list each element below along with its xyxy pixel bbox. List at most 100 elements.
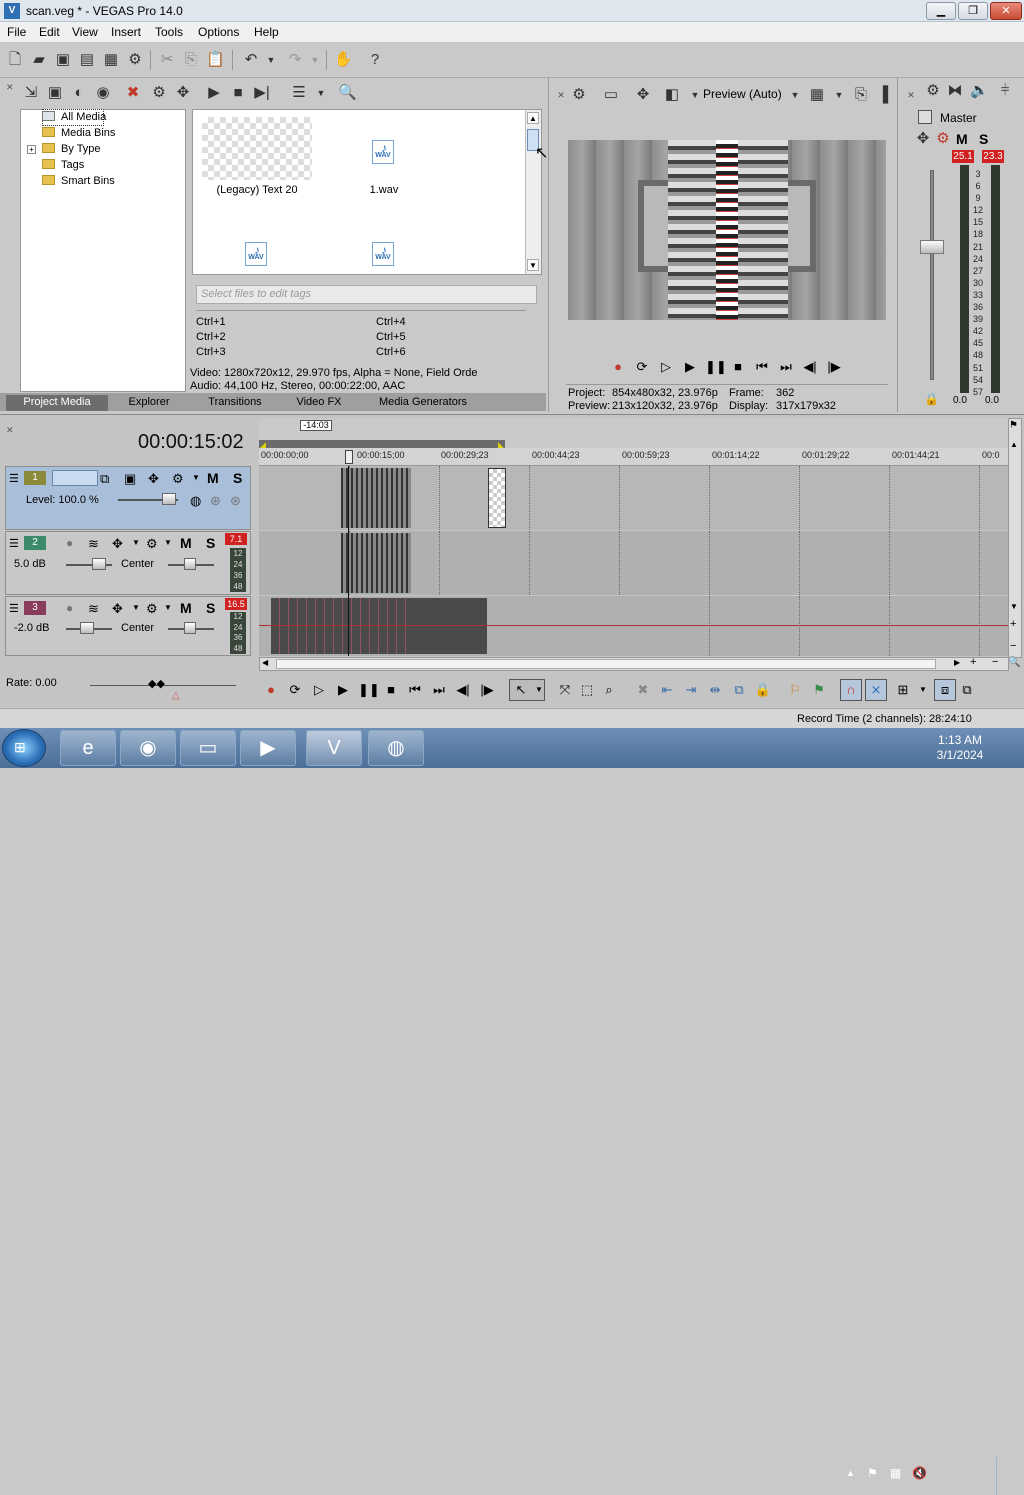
firefox-icon[interactable]: ◉	[120, 730, 176, 766]
pan-slider-handle[interactable]	[184, 622, 196, 634]
video-fx-icon[interactable]: ◧	[663, 86, 681, 104]
tree-item-tags[interactable]: Tags	[42, 158, 84, 173]
playhead-handle[interactable]	[345, 450, 353, 464]
copy-snapshot-icon[interactable]: ⎘	[852, 86, 870, 104]
track-header-2[interactable]: ☰ 2 ● ≋ ✥ ▼ ⚙ ▼ M S 7.1 12 24 36 48 5.0 …	[5, 531, 251, 595]
minimize-button[interactable]: ▁	[926, 2, 956, 20]
paste-icon[interactable]: 📋	[206, 51, 225, 69]
pause-icon[interactable]: ❚❚	[358, 681, 380, 699]
tray-expand-icon[interactable]: ▲	[846, 1468, 855, 1478]
loop-icon[interactable]: ⟳	[633, 358, 651, 376]
tree-item-media-bins[interactable]: Media Bins	[42, 126, 115, 141]
panel-close-icon[interactable]: ✕	[902, 86, 920, 104]
track-fx-dropdown-icon[interactable]: ▼	[164, 538, 172, 547]
next-frame-icon[interactable]: |▶	[478, 681, 496, 699]
tag-input[interactable]: Select files to edit tags	[196, 285, 537, 304]
video-preview-frame[interactable]	[568, 140, 886, 320]
downmix-icon[interactable]: ⧓	[946, 82, 964, 100]
pan-icon[interactable]: ✥	[112, 601, 123, 617]
level-slider-handle[interactable]	[162, 493, 176, 505]
insert-marker-icon[interactable]: ⚐	[786, 681, 804, 699]
scroll-up-icon[interactable]: ▲	[527, 112, 539, 124]
zoom-out-vertical-icon[interactable]: −	[1010, 640, 1016, 652]
edit-tool-dropdown-icon[interactable]: ▼	[530, 681, 548, 699]
undo-icon[interactable]: ↶	[242, 51, 260, 69]
delete-icon[interactable]: ✖	[634, 681, 652, 699]
next-frame-icon[interactable]: |▶	[825, 358, 843, 376]
show-desktop-button[interactable]	[996, 1457, 1022, 1495]
help-cursor-icon[interactable]: ?	[366, 51, 384, 69]
selection-tool-icon[interactable]: ⬚	[578, 681, 596, 699]
import-media-icon[interactable]: ⇲	[22, 84, 40, 102]
split-screen-icon[interactable]: ✥	[634, 86, 652, 104]
zoom-tool-icon[interactable]: 🔍	[1008, 657, 1020, 668]
file-explorer-icon[interactable]: ▭	[180, 730, 236, 766]
auto-ripple-icon[interactable]: ⊞	[894, 681, 912, 699]
track-lane-video[interactable]	[259, 466, 1009, 530]
mixer-faders-icon[interactable]: ⫩	[996, 82, 1014, 100]
capture-video-icon[interactable]: ▣	[46, 84, 64, 102]
track-menu-icon[interactable]: ☰	[9, 537, 19, 550]
tool-hand-icon[interactable]: ✋	[334, 51, 353, 69]
network-icon[interactable]: ▦	[890, 1466, 901, 1480]
internet-explorer-icon[interactable]: e	[60, 730, 116, 766]
vegas-pro-taskbar-icon[interactable]: V	[306, 730, 362, 766]
tab-project-media[interactable]: Project Media	[6, 395, 108, 411]
lock-event-icon[interactable]: 🔒	[754, 681, 772, 699]
arm-record-icon[interactable]: ●	[66, 601, 73, 615]
media-player-icon[interactable]: ▶	[240, 730, 296, 766]
magnet-snap-icon[interactable]: ∩	[842, 681, 860, 699]
save-as-icon[interactable]: ▤	[78, 51, 96, 69]
tree-item-by-type[interactable]: By Type	[42, 142, 101, 157]
taskbar-clock[interactable]: 1:13 AM 3/1/2024	[930, 733, 990, 763]
pan-crop-icon[interactable]: ▣	[124, 471, 136, 487]
master-mute-button[interactable]: M	[956, 131, 968, 147]
get-media-web-icon[interactable]: ◐	[70, 84, 88, 102]
search-icon[interactable]: 🔍	[338, 84, 357, 102]
preview-quality-select[interactable]: Preview (Auto)	[703, 87, 782, 101]
stop-icon[interactable]: ■	[382, 681, 400, 699]
menu-file[interactable]: File	[7, 25, 26, 39]
record-icon[interactable]: ●	[262, 681, 280, 699]
play-icon[interactable]: ▶	[681, 358, 699, 376]
external-monitor-icon[interactable]: ▭	[602, 86, 620, 104]
child-motion-icon[interactable]: ⊛	[230, 493, 241, 509]
parent-motion-icon[interactable]: ⊛	[210, 493, 221, 509]
pan-icon[interactable]: ✥	[112, 536, 123, 552]
trim-end-icon[interactable]: ⇹	[706, 681, 724, 699]
mute-button[interactable]: M	[180, 600, 192, 616]
trim-icon[interactable]: ⇤	[658, 681, 676, 699]
master-solo-button[interactable]: S	[979, 131, 988, 147]
lock-icon[interactable]: 🔒	[924, 392, 939, 406]
properties-gear-icon[interactable]: ⚙	[126, 51, 144, 69]
scroll-down-icon[interactable]: ▼	[527, 259, 539, 271]
compositing-icon[interactable]: ✥	[148, 471, 159, 487]
panel-close-icon[interactable]: ✕	[552, 86, 570, 104]
auto-preview-icon[interactable]: ▶|	[253, 84, 271, 102]
tab-explorer[interactable]: Explorer	[112, 395, 186, 411]
previous-frame-icon[interactable]: ◀|	[454, 681, 472, 699]
previous-frame-icon[interactable]: ◀|	[801, 358, 819, 376]
go-to-end-icon[interactable]: ⏭	[777, 358, 795, 376]
wav-file-icon[interactable]: WAV	[372, 235, 395, 266]
tab-transitions[interactable]: Transitions	[192, 395, 278, 411]
cut-icon[interactable]: ✂	[158, 51, 176, 69]
zoom-in-horizontal-icon[interactable]: +	[970, 656, 976, 668]
scroll-right-icon[interactable]: ▶	[954, 658, 960, 667]
overlays-dropdown-icon[interactable]: ▼	[830, 86, 848, 104]
menu-help[interactable]: Help	[254, 25, 279, 39]
track-menu-icon[interactable]: ☰	[9, 602, 19, 615]
pause-icon[interactable]: ❚❚	[705, 358, 727, 376]
overlays-grid-icon[interactable]: ▦	[808, 86, 826, 104]
vegas-app-icon[interactable]: V	[4, 3, 20, 19]
speaker-icon[interactable]: 🔈	[970, 82, 989, 100]
undo-dropdown-icon[interactable]: ▼	[262, 51, 280, 69]
menu-edit[interactable]: Edit	[39, 25, 60, 39]
mute-button[interactable]: M	[207, 470, 219, 486]
copy-icon[interactable]: ⎘	[182, 51, 200, 69]
envelope-tool-icon[interactable]: ⤧	[556, 681, 574, 699]
go-to-end-icon[interactable]: ⏭	[430, 681, 448, 699]
action-center-flag-icon[interactable]: ⚑	[867, 1466, 878, 1480]
invert-phase-icon[interactable]: ≋	[88, 601, 99, 617]
text-clip[interactable]	[488, 468, 506, 528]
